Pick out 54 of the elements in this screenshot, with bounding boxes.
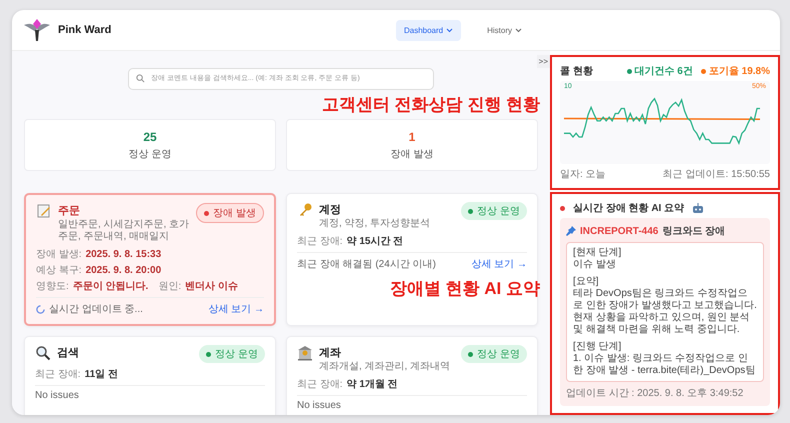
service-subtitle: 계좌개설, 계좌관리, 계좌내역 [319,361,452,373]
summary-paragraph: [요약] 테라 DevOps팀은 링크와드 수정작업으로 인한 장애가 발생했다고 보고했습니다. 현재 상황을 파악하고 있으며, 원인 분석 및 해결책 마련을 위해 노력 중입니다. [573,276,757,336]
pin-icon [566,226,576,236]
annotation-label: 고객센터 전화상담 진행 현황 [322,94,540,116]
chevron-down-icon [446,28,454,32]
collapse-button[interactable]: >> [536,55,550,68]
details-link[interactable]: 상세 보기 → [208,302,264,316]
memo-icon [36,203,52,219]
fact-text: 예상 복구: 2025. 9. 8. 20:00 [36,264,162,277]
chevron-down-icon [515,28,522,32]
summary-paragraph: [진행 단계] 1. 이슈 발생: 링크와드 수정작업으로 인한 장애 발생 - terra.bite(테라)_DevOps팀 [573,341,756,377]
bank-icon [297,345,313,361]
update-time: 업데이트 시간 : 2025. 9. 8. 오후 3:49:52 [566,387,744,400]
legend-item: 포기율 19.8% [700,64,770,78]
fact-text: 영향도: 주문이 안됩니다. [36,280,148,293]
summary-paragraph: [현재 단계] 이슈 발생 [573,247,622,271]
panel-title: 실시간 장애 현황 AI 요약 [573,202,684,215]
service-name: 주문 [58,204,81,218]
ticket-title: 링크와드 장애 [662,225,726,238]
legend-item: 대기건수 6건 [626,64,693,78]
fact-text: 최근 장애: 약 1개월 전 [297,378,398,391]
card-footer-text: No issues [35,390,80,401]
nav-tab[interactable]: History [479,20,530,40]
status-badge: 장애 발생 [196,203,264,223]
ticket-id[interactable]: INCREPORT-446 [580,226,658,236]
service-subtitle: 계정, 약정, 투자성향분석 [319,218,432,230]
updated-text: 최근 업데이트: 15:50:55 [662,168,770,181]
card-footer-text: 최근 장애 해결됨 (24시간 이내) [297,258,437,271]
date-text: 일자: 오늘 [560,168,606,181]
details-link[interactable]: 상세 보기 → [471,257,527,271]
panel-title: 콜 현황 [560,65,594,78]
status-badge: 정상 운영 [461,202,527,220]
stat-value: 25 [143,130,157,144]
service-name: 계좌 [319,346,342,360]
nav-tab[interactable]: Dashboard [396,20,462,40]
brand-name: Pink Ward [58,24,112,36]
fact-text: 원인: 벤더사 이슈 [158,280,238,293]
stat-label: 장애 발생 [390,148,434,160]
service-name: 검색 [57,346,80,360]
robot-icon [692,202,704,214]
annotation-label: 장애별 현황 AI 요약 [390,278,540,300]
card-footer-text: 실시간 업데이트 중... [49,303,144,316]
magnifier-icon [35,345,51,361]
stat-label: 정상 운영 [128,148,172,160]
fact-text: 최근 장애: 11일 전 [35,368,118,381]
service-name: 계정 [319,203,342,217]
service-subtitle: 일반주문, 시세감지주문, 호가주문, 주문내역, 매매일지 [58,219,190,243]
status-badge: 정상 운영 [461,345,527,363]
stat-value: 1 [408,130,416,144]
card-footer-text: No issues [297,400,342,411]
status-badge: 정상 운영 [199,345,265,363]
winged-logo-icon [24,18,50,42]
fact-text: 장애 발생: 2025. 9. 8. 15:33 [36,248,162,261]
fact-text: 최근 장애: 약 15시간 전 [297,235,404,248]
